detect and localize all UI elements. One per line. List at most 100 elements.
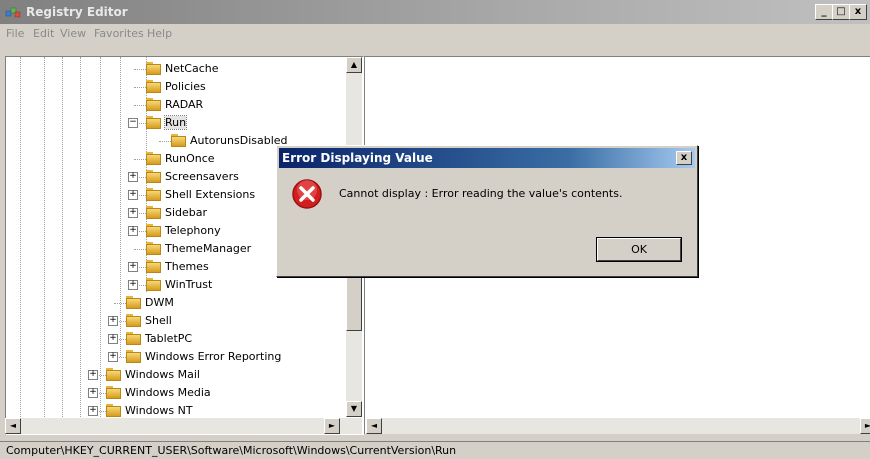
dialog-title: Error Displaying Value (282, 151, 433, 165)
registry-icon (5, 7, 21, 18)
expand-icon[interactable]: + (128, 172, 138, 182)
scroll-thumb[interactable] (346, 276, 362, 331)
expand-icon[interactable]: + (128, 208, 138, 218)
tree-connector (114, 303, 126, 304)
tree-node-label: Themes (165, 260, 209, 273)
dialog-title-bar: Error Displaying Value x (279, 148, 695, 168)
tree-node-label: AutorunsDisabled (190, 134, 288, 147)
tree-node-label: Windows Media (125, 386, 211, 399)
tree-horizontal-scrollbar[interactable]: ◄ ► (5, 418, 362, 434)
tree-node-label: Windows Error Reporting (145, 350, 282, 363)
values-scroll-left-button[interactable]: ◄ (366, 418, 382, 434)
tree-node-label: Screensavers (165, 170, 239, 183)
tree-node[interactable]: + Windows Media (6, 384, 346, 402)
folder-icon (146, 152, 161, 165)
menu-edit[interactable]: Edit (33, 27, 54, 40)
folder-icon (171, 134, 186, 147)
tree-node[interactable]: − Run (6, 114, 346, 132)
scroll-left-button[interactable]: ◄ (5, 418, 21, 434)
tree-node[interactable]: + Windows Mail (6, 366, 346, 384)
folder-icon (106, 404, 121, 417)
collapse-icon[interactable]: − (128, 118, 138, 128)
folder-icon (146, 98, 161, 111)
tree-node-label: Policies (165, 80, 206, 93)
scroll-down-button[interactable]: ▼ (346, 401, 362, 417)
close-button[interactable]: x (849, 4, 867, 20)
folder-icon (146, 80, 161, 93)
folder-icon (146, 260, 161, 273)
folder-icon (106, 368, 121, 381)
menu-help[interactable]: Help (147, 27, 172, 40)
folder-icon (146, 278, 161, 291)
folder-icon (146, 242, 161, 255)
tree-node[interactable]: RADAR (6, 96, 346, 114)
tree-node-label: WinTrust (165, 278, 213, 291)
status-bar: Computer\HKEY_CURRENT_USER\Software\Micr… (0, 441, 870, 459)
minimize-button[interactable]: _ (815, 4, 833, 20)
tree-node-label: TabletPC (145, 332, 193, 345)
tree-node-label: Sidebar (165, 206, 208, 219)
expand-icon[interactable]: + (88, 370, 98, 380)
tree-node-label: DWM (145, 296, 174, 309)
tree-node[interactable]: Policies (6, 78, 346, 96)
folder-icon (146, 206, 161, 219)
tree-node[interactable]: + Windows Error Reporting (6, 348, 346, 366)
scroll-right-button[interactable]: ► (324, 418, 340, 434)
expand-icon[interactable]: + (128, 262, 138, 272)
folder-icon (126, 314, 141, 327)
error-icon (292, 179, 322, 209)
tree-connector (134, 69, 146, 70)
expand-icon[interactable]: + (108, 334, 118, 344)
expand-icon[interactable]: + (88, 406, 98, 416)
tree-connector (134, 159, 146, 160)
tree-node-label: RunOnce (165, 152, 215, 165)
window-controls: _ □ x (815, 4, 870, 20)
ok-button[interactable]: OK (596, 237, 682, 262)
folder-icon (146, 224, 161, 237)
tree-node-label: NetCache (165, 62, 219, 75)
folder-icon (106, 386, 121, 399)
menu-bar: File Edit View Favorites Help (0, 24, 870, 44)
dialog-close-button[interactable]: x (676, 151, 692, 165)
folder-icon (126, 296, 141, 309)
scroll-up-button[interactable]: ▲ (346, 57, 362, 73)
values-horizontal-scrollbar[interactable]: ◄ ► (366, 418, 870, 434)
tree-node[interactable]: + TabletPC (6, 330, 346, 348)
tree-node-label: Shell (145, 314, 172, 327)
menu-favorites[interactable]: Favorites (94, 27, 144, 40)
tree-connector (159, 141, 171, 142)
status-path: Computer\HKEY_CURRENT_USER\Software\Micr… (6, 444, 457, 457)
expand-icon[interactable]: + (128, 226, 138, 236)
folder-icon (146, 170, 161, 183)
tree-node[interactable]: DWM (6, 294, 346, 312)
maximize-button[interactable]: □ (832, 4, 850, 20)
dialog-message: Cannot display : Error reading the value… (339, 187, 623, 200)
folder-icon (146, 116, 161, 129)
expand-icon[interactable]: + (128, 280, 138, 290)
tree-node[interactable]: + Shell (6, 312, 346, 330)
tree-node-label: Telephony (165, 224, 221, 237)
expand-icon[interactable]: + (128, 190, 138, 200)
menu-view[interactable]: View (60, 27, 86, 40)
title-bar: Registry Editor _ □ x (0, 0, 870, 24)
tree-node[interactable]: + WinTrust (6, 276, 346, 294)
folder-icon (126, 332, 141, 345)
expand-icon[interactable]: + (108, 352, 118, 362)
tree-node-label: RADAR (165, 98, 204, 111)
values-scroll-right-button[interactable]: ► (860, 418, 870, 434)
tree-node-label: Run (163, 115, 188, 130)
folder-icon (146, 188, 161, 201)
error-dialog: Error Displaying Value x Cannot display … (276, 145, 698, 277)
tree-connector (134, 105, 146, 106)
menu-file[interactable]: File (6, 27, 24, 40)
tree-connector (134, 249, 146, 250)
folder-icon (146, 62, 161, 75)
expand-icon[interactable]: + (88, 388, 98, 398)
tree-connector (134, 87, 146, 88)
tree-node-label: ThemeManager (165, 242, 252, 255)
tree-node-label: Windows NT (125, 404, 193, 417)
window-title: Registry Editor (26, 5, 128, 19)
tree-node[interactable]: NetCache (6, 60, 346, 78)
folder-icon (126, 350, 141, 363)
expand-icon[interactable]: + (108, 316, 118, 326)
